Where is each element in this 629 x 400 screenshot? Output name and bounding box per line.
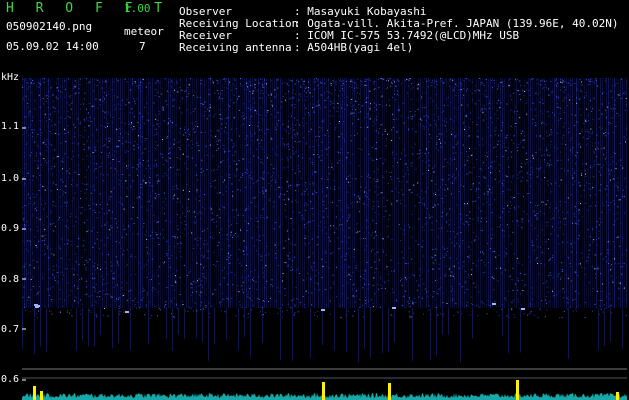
app-version: 1.00 <box>124 2 151 15</box>
y-tick-label: 1.0 <box>1 173 20 184</box>
filename-label: 050902140.png <box>6 20 93 33</box>
y-tick-label: 0.7 <box>1 324 20 335</box>
y-tick-label: 0.9 <box>1 223 20 234</box>
info-value-antenna: : A504HB(yagi 4el) <box>294 41 414 54</box>
y-tick-label: 0.8 <box>1 274 20 285</box>
meteor-label: meteor <box>124 25 164 38</box>
y-tick-label: 0.6 <box>1 374 20 385</box>
spectrogram <box>22 78 627 400</box>
y-axis-unit: kHz <box>1 72 20 83</box>
info-key-antenna: Receiving antenna <box>179 41 292 54</box>
meteor-count: 7 <box>139 40 146 53</box>
y-tick-label: 1.1 <box>1 121 20 132</box>
datetime-label: 05.09.02 14:00 <box>6 40 99 53</box>
